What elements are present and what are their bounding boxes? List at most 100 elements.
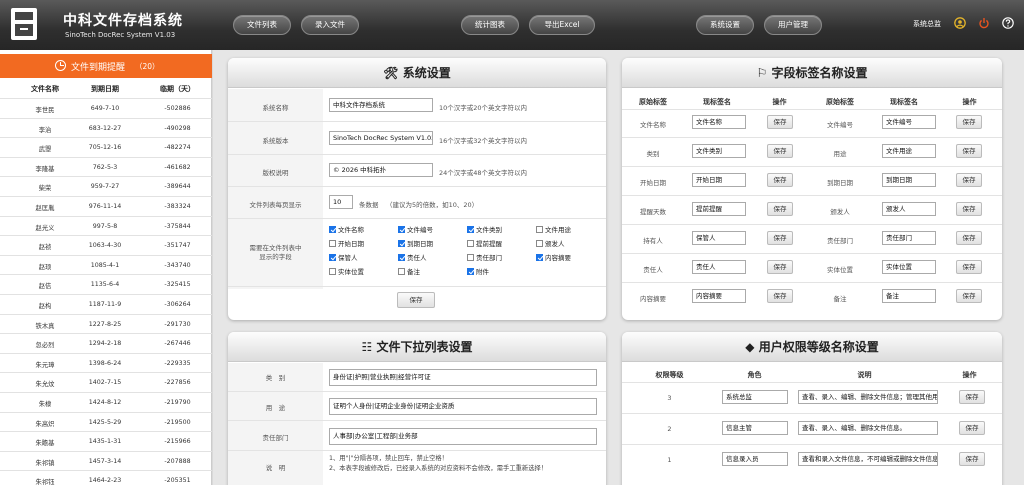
field-checkbox[interactable]: 责任部门 — [467, 252, 502, 262]
current-label-input[interactable]: 开始日期 — [692, 173, 746, 187]
label-save-button[interactable]: 保存 — [956, 144, 982, 158]
current-label-input[interactable]: 内容摘要 — [692, 289, 746, 303]
stats-chart-button[interactable]: 统计图表 — [461, 15, 519, 35]
table-row[interactable]: 朱元璋 1398-6-24 -229335 — [0, 352, 212, 373]
label-save-button[interactable]: 保存 — [956, 260, 982, 274]
current-label-input[interactable]: 文件用途 — [882, 144, 936, 158]
label-save-button[interactable]: 保存 — [956, 231, 982, 245]
label-save-button[interactable]: 保存 — [767, 144, 793, 158]
current-label-input[interactable]: 备注 — [882, 289, 936, 303]
table-row[interactable]: 朱棣 1424-8-12 -219790 — [0, 392, 212, 412]
table-row[interactable]: 李世民 649-7-10 -502886 — [0, 98, 212, 118]
table-row[interactable]: 赵匡胤 976-11-14 -383324 — [0, 196, 212, 216]
user-icon[interactable] — [954, 17, 966, 29]
help-icon[interactable] — [1002, 17, 1014, 29]
label-save-button[interactable]: 保存 — [956, 289, 982, 303]
current-label-input[interactable]: 保管人 — [692, 231, 746, 245]
file-list-button[interactable]: 文件列表 — [233, 15, 291, 35]
label-save-button[interactable]: 保存 — [956, 115, 982, 129]
export-excel-button[interactable]: 导出Excel — [529, 15, 595, 35]
current-label-input[interactable]: 文件编号 — [882, 115, 936, 129]
current-label-input[interactable]: 责任人 — [692, 260, 746, 274]
checkbox-icon[interactable] — [398, 268, 405, 275]
checkbox-icon[interactable] — [536, 226, 543, 233]
field-checkbox[interactable]: 到期日期 — [398, 238, 433, 248]
usage-textarea[interactable]: 证明个人身份|证明企业身份|证明企业资质 — [329, 398, 597, 415]
table-row[interactable]: 朱瞻基 1435-1-31 -215966 — [0, 431, 212, 451]
label-save-button[interactable]: 保存 — [767, 115, 793, 129]
current-label-input[interactable]: 到期日期 — [882, 173, 936, 187]
department-textarea[interactable]: 人事部|办公室|工程部|业务部 — [329, 428, 597, 445]
field-checkbox[interactable]: 文件名称 — [329, 224, 364, 234]
field-checkbox[interactable]: 开始日期 — [329, 238, 364, 248]
field-checkbox[interactable]: 内容摘要 — [536, 252, 571, 262]
current-label-input[interactable]: 责任部门 — [882, 231, 936, 245]
checkbox-icon[interactable] — [329, 226, 336, 233]
role-description-input[interactable]: 查看、录入、编辑、删除文件信息；管理其他用户 — [798, 390, 938, 404]
label-save-button[interactable]: 保存 — [956, 202, 982, 216]
table-row[interactable]: 朱祁钰 1464-2-23 -205351 — [0, 470, 212, 485]
table-row[interactable]: 赵光义 997-5-8 -375844 — [0, 215, 212, 236]
per-page-input[interactable]: 10 — [329, 195, 353, 209]
current-label-input[interactable]: 颁发人 — [882, 202, 936, 216]
field-checkbox[interactable]: 提前提醒 — [467, 238, 502, 248]
field-checkbox[interactable]: 颁发人 — [536, 238, 565, 248]
current-label-input[interactable]: 实体位置 — [882, 260, 936, 274]
field-checkbox[interactable]: 实体位置 — [329, 266, 364, 276]
role-description-input[interactable]: 查看、录入、编辑、删除文件信息。 — [798, 421, 938, 435]
power-icon[interactable] — [978, 17, 990, 29]
field-checkbox[interactable]: 备注 — [398, 266, 420, 276]
checkbox-icon[interactable] — [398, 226, 405, 233]
copyright-input[interactable]: © 2026 中科拓扑 — [329, 163, 433, 177]
checkbox-icon[interactable] — [329, 240, 336, 247]
field-checkbox[interactable]: 文件类别 — [467, 224, 502, 234]
user-management-button[interactable]: 用户管理 — [764, 15, 822, 35]
table-row[interactable]: 朱高炽 1425-5-29 -219500 — [0, 411, 212, 432]
table-row[interactable]: 朱祁镇 1457-3-14 -207888 — [0, 450, 212, 471]
table-row[interactable]: 朱允炆 1402-7-15 -227856 — [0, 372, 212, 392]
table-row[interactable]: 赵顼 1085-4-1 -343740 — [0, 254, 212, 275]
label-save-button[interactable]: 保存 — [767, 260, 793, 274]
label-save-button[interactable]: 保存 — [956, 173, 982, 187]
label-save-button[interactable]: 保存 — [767, 173, 793, 187]
field-checkbox[interactable]: 附件 — [467, 266, 489, 276]
label-save-button[interactable]: 保存 — [767, 231, 793, 245]
permission-save-button[interactable]: 保存 — [959, 452, 985, 466]
checkbox-icon[interactable] — [398, 254, 405, 261]
role-name-input[interactable]: 信息主管 — [722, 421, 788, 435]
current-label-input[interactable]: 文件名称 — [692, 115, 746, 129]
role-name-input[interactable]: 信息录入员 — [722, 452, 788, 466]
checkbox-icon[interactable] — [329, 254, 336, 261]
category-textarea[interactable]: 身份证|护照|营业执照|经营许可证 — [329, 369, 597, 386]
field-checkbox[interactable]: 文件用途 — [536, 224, 571, 234]
label-save-button[interactable]: 保存 — [767, 289, 793, 303]
permission-save-button[interactable]: 保存 — [959, 421, 985, 435]
system-name-input[interactable]: 中科文件存档系统 — [329, 98, 433, 112]
role-name-input[interactable]: 系统总监 — [722, 390, 788, 404]
permission-save-button[interactable]: 保存 — [959, 390, 985, 404]
table-row[interactable]: 赵佶 1135-6-4 -325415 — [0, 274, 212, 294]
system-settings-button[interactable]: 系统设置 — [696, 15, 754, 35]
field-checkbox[interactable]: 保管人 — [329, 252, 358, 262]
table-row[interactable]: 李治 683-12-27 -490298 — [0, 117, 212, 138]
checkbox-icon[interactable] — [467, 268, 474, 275]
system-version-input[interactable]: SinoTech DocRec System V1.03 — [329, 131, 433, 145]
checkbox-icon[interactable] — [398, 240, 405, 247]
current-label-input[interactable]: 文件类别 — [692, 144, 746, 158]
checkbox-icon[interactable] — [467, 254, 474, 261]
table-row[interactable]: 铁木真 1227-8-25 -291730 — [0, 313, 212, 334]
table-row[interactable]: 柴荣 959-7-27 -389644 — [0, 176, 212, 196]
table-row[interactable]: 赵构 1187-11-9 -306264 — [0, 294, 212, 314]
checkbox-icon[interactable] — [467, 226, 474, 233]
enter-file-button[interactable]: 录入文件 — [301, 15, 359, 35]
checkbox-icon[interactable] — [329, 268, 336, 275]
table-row[interactable]: 李隆基 762-5-3 -461682 — [0, 156, 212, 177]
checkbox-icon[interactable] — [467, 240, 474, 247]
system-settings-save-button[interactable]: 保存 — [397, 292, 435, 308]
checkbox-icon[interactable] — [536, 240, 543, 247]
checkbox-icon[interactable] — [536, 254, 543, 261]
table-row[interactable]: 武曌 705-12-16 -482274 — [0, 137, 212, 157]
current-label-input[interactable]: 提前提醒 — [692, 202, 746, 216]
label-save-button[interactable]: 保存 — [767, 202, 793, 216]
field-checkbox[interactable]: 责任人 — [398, 252, 427, 262]
